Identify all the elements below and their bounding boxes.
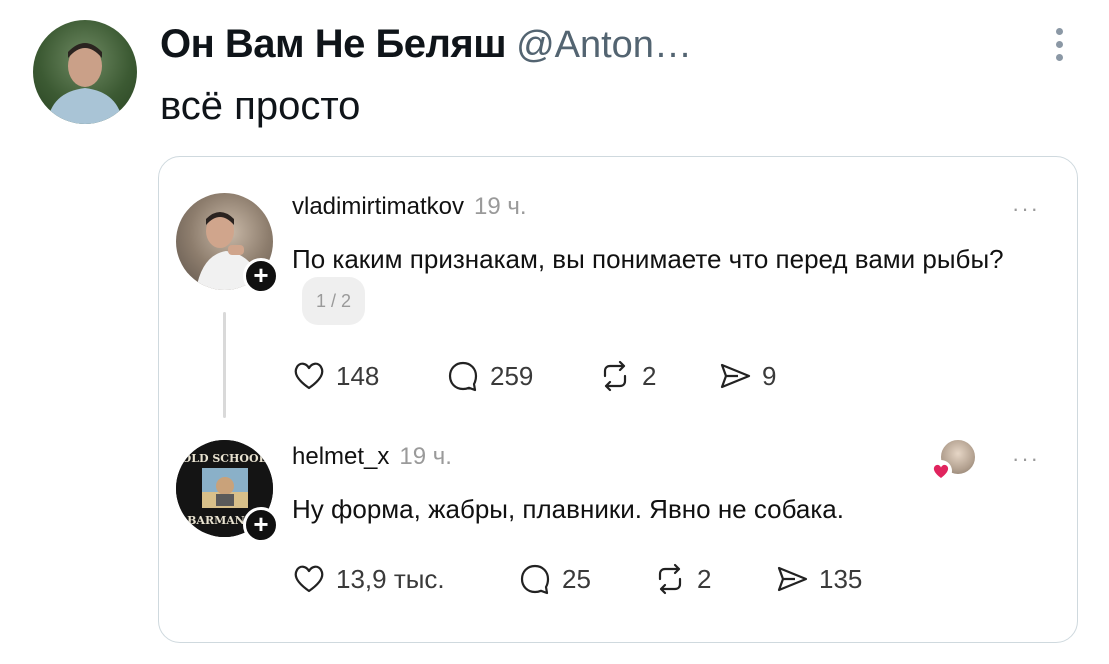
share-icon [720,363,751,389]
heart-icon [930,460,952,482]
author-avatar[interactable] [33,20,137,124]
reply-text: По каким признакам, вы понимаете что пер… [292,238,1052,328]
author-line: Он Вам Не Беляш @Anton… [160,22,692,67]
share-action[interactable]: 135 [775,562,862,596]
author-handle[interactable]: @Anton… [516,24,692,66]
repost-icon [658,563,682,595]
like-action[interactable]: 148 [292,359,379,393]
comment-count: 25 [562,563,591,594]
reply-time: 19 ч. [474,193,527,220]
share-count: 9 [762,360,777,391]
comment-count: 259 [490,360,534,391]
more-horizontal-icon[interactable]: ··· [1012,446,1040,472]
comment-icon [448,361,478,392]
author-display-name[interactable]: Он Вам Не Беляш [160,22,507,66]
repost-action[interactable]: 2 [653,562,711,596]
more-vertical-icon[interactable] [1052,28,1066,68]
comment-icon [520,564,550,595]
author-photo [47,43,123,124]
reply-header: vladimirtimatkov 19 ч. [292,193,527,221]
svg-text:BARMAN: BARMAN [187,514,245,527]
share-count: 135 [819,563,863,594]
more-horizontal-icon[interactable]: ··· [1012,196,1040,222]
heart-icon [294,565,324,593]
reply-time: 19 ч. [399,443,452,470]
repost-action[interactable]: 2 [598,359,656,393]
thread-line [223,312,226,418]
repost-count: 2 [697,563,712,594]
like-count: 13,9 тыс. [336,563,445,594]
comment-action[interactable]: 259 [446,359,533,393]
reply-username[interactable]: helmet_x [292,443,389,470]
repost-count: 2 [642,360,657,391]
tweet-text: всё просто [160,84,361,128]
share-action[interactable]: 9 [718,359,776,393]
svg-text:OLD SCHOOL: OLD SCHOOL [182,452,267,465]
reply-username[interactable]: vladimirtimatkov [292,193,464,220]
heart-icon [294,362,324,390]
follow-button[interactable]: + [243,507,279,543]
reply-header: helmet_x 19 ч. [292,443,452,471]
reply-text-content: По каким признакам, вы понимаете что пер… [292,244,1004,274]
repost-icon [603,360,627,392]
share-icon [777,566,808,592]
reply-text: Ну форма, жабры, плавники. Явно не собак… [292,494,844,524]
follow-button[interactable]: + [243,258,279,294]
like-action[interactable]: 13,9 тыс. [292,562,445,596]
like-count: 148 [336,360,380,391]
page-indicator: 1 / 2 [302,277,366,325]
comment-action[interactable]: 25 [518,562,591,596]
